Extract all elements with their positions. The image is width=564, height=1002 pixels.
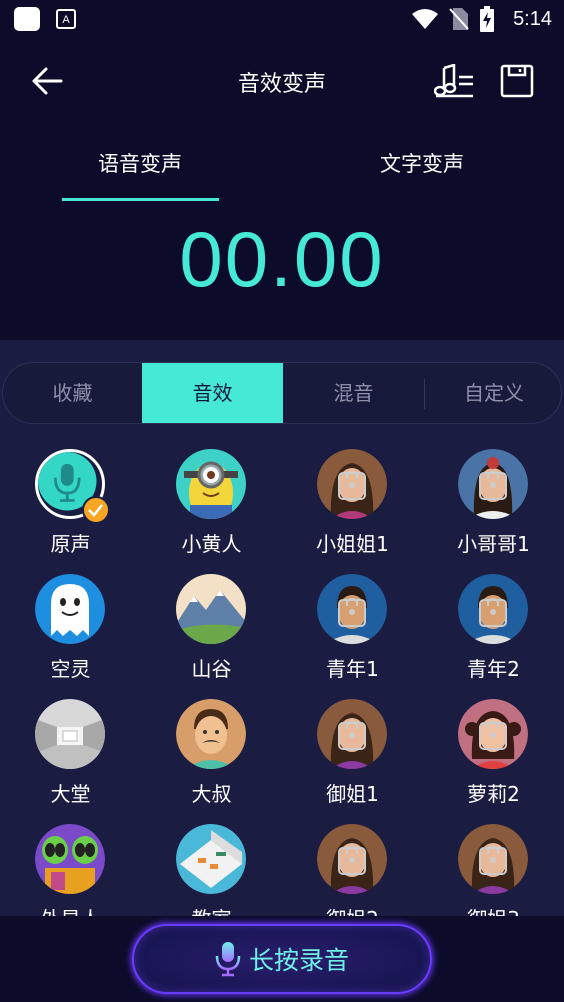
effect-item-hall[interactable]: 大堂 [0,688,141,813]
woman-avatar-icon [458,824,528,894]
effect-item-youth2[interactable]: 青年2 [423,563,564,688]
effect-label: 御姐2 [282,903,423,916]
status-bar: A 5:14 [0,0,564,38]
mountain-icon [176,574,246,644]
header: 音效变声 语音变声 文字变声 00.00 [0,38,564,340]
effect-label: 小黄人 [181,532,242,556]
alien-icon [35,824,105,894]
category-tabs: 收藏 音效 混音 自定义 [2,362,562,424]
effect-item-lady2[interactable]: 御姐2 [282,813,423,916]
effect-label: 萝莉2 [467,782,520,806]
effect-label: 山谷 [191,657,232,681]
effect-item-uncle[interactable]: 大叔 [141,688,282,813]
clock: 5:14 [513,7,552,30]
music-list-icon[interactable] [434,64,474,98]
effect-label: 小哥哥1 [457,532,530,556]
effects-grid: 原声 小黄人 小姐姐1 小哥哥1 空灵 山谷 青年1 青年2 大堂 大叔 御姐1… [0,438,564,916]
record-timer: 00.00 [179,215,385,303]
boy-avatar-icon [458,449,528,519]
effect-item-valley[interactable]: 山谷 [141,563,282,688]
classroom-icon [176,824,246,894]
effect-label: 青年1 [326,657,379,681]
save-icon[interactable] [500,64,534,98]
young-man-avatar-icon [317,574,387,644]
effect-label: 大堂 [50,782,91,806]
no-sim-icon [449,8,469,30]
effect-item-lady3[interactable]: 御姐3 [423,813,564,916]
page-title: 音效变声 [237,72,326,97]
effect-item-loli2[interactable]: 萝莉2 [423,688,564,813]
effect-item-youth1[interactable]: 青年1 [282,563,423,688]
tab-voice-change[interactable]: 语音变声 [98,148,182,178]
little-girl-avatar-icon [458,699,528,769]
battery-charging-icon [480,6,495,32]
girl-avatar-icon [317,449,387,519]
tab-custom[interactable]: 自定义 [425,363,561,423]
ghost-icon [35,574,105,644]
uncle-icon [176,699,246,769]
effect-label: 小姐姐1 [316,532,389,556]
effect-label: 御姐1 [326,782,379,806]
effect-label: 青年2 [467,657,520,681]
record-button-label: 长按录音 [248,946,349,975]
keyboard-app-icon: A [56,9,76,29]
minion-icon [176,449,246,519]
effect-label: 教室 [141,903,282,916]
svg-text:A: A [62,14,70,26]
woman-avatar-icon [317,824,387,894]
effect-item-boy1[interactable]: 小哥哥1 [423,438,564,563]
effect-item-classroom[interactable]: 教室 [141,813,282,916]
woman-avatar-icon [317,699,387,769]
effect-item-alien[interactable]: 外星人 [0,813,141,916]
tab-sound-effects[interactable]: 音效 [142,363,283,423]
tab-favorites[interactable]: 收藏 [3,363,142,423]
tab-mix[interactable]: 混音 [283,363,424,423]
selected-check-icon [82,496,110,524]
effect-item-minion[interactable]: 小黄人 [141,438,282,563]
effect-item-girl1[interactable]: 小姐姐1 [282,438,423,563]
effect-label: 空灵 [50,657,91,681]
effect-label: 外星人 [0,903,141,916]
effect-label: 御姐3 [423,903,564,916]
notification-app-icon [14,7,40,31]
hall-icon [35,699,105,769]
effect-item-ethereal[interactable]: 空灵 [0,563,141,688]
hold-to-record-button[interactable]: 长按录音 [132,924,432,994]
effect-label: 原声 [50,532,91,556]
microphone-icon [215,942,241,977]
tab-text-change[interactable]: 文字变声 [380,148,464,178]
effect-label: 大叔 [191,782,232,806]
bottom-bar: 长按录音 [0,916,564,1002]
wifi-icon [412,9,439,29]
young-man-avatar-icon [458,574,528,644]
effect-item-lady1[interactable]: 御姐1 [282,688,423,813]
active-tab-indicator [62,198,219,201]
effect-item-original[interactable]: 原声 [0,438,141,563]
